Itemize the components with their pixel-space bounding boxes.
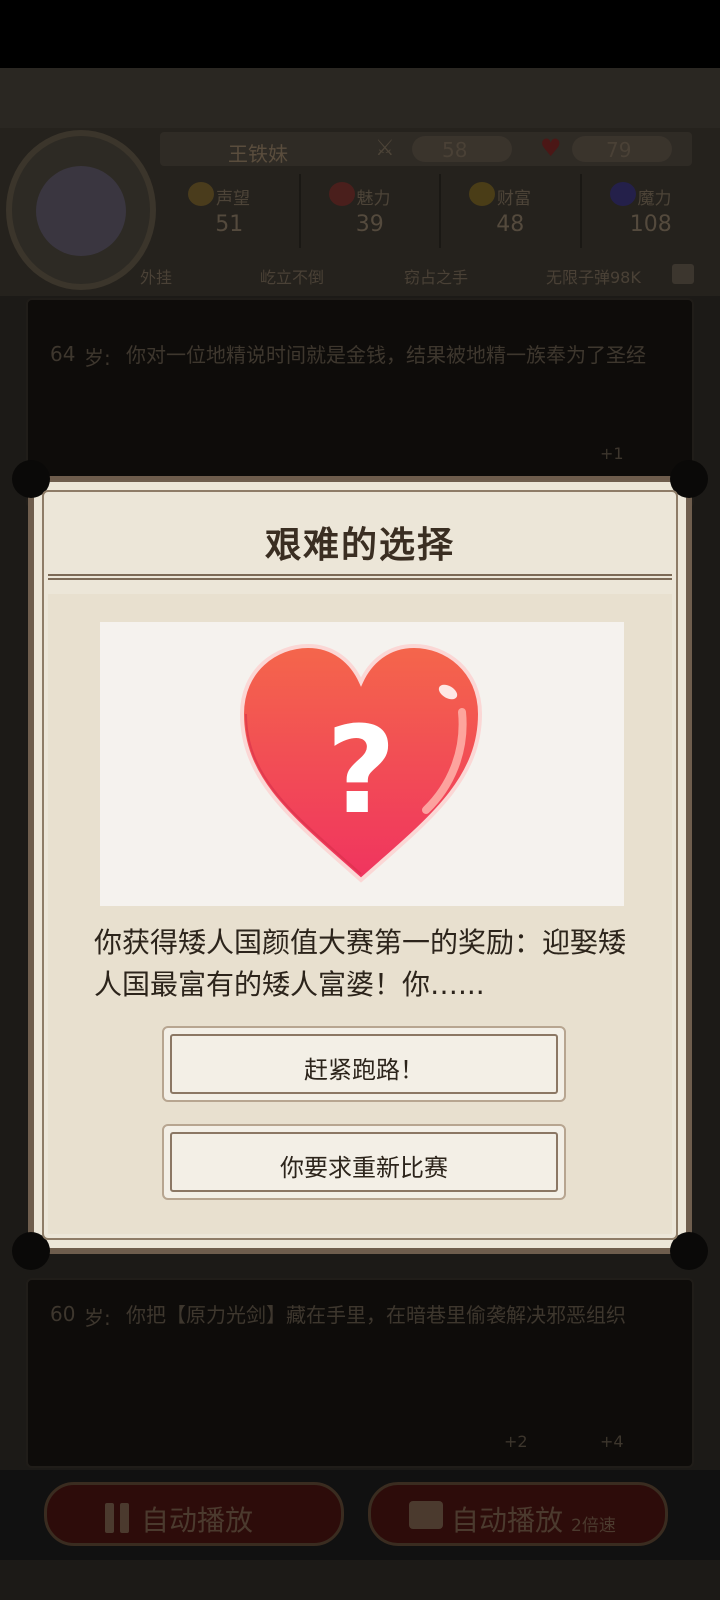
pause-icon [103,1503,131,1533]
log-age-unit: 岁: [84,1306,111,1330]
header-ornament [0,68,720,128]
dialog-corner [12,1232,50,1270]
perk-item: 窃占之手 [404,268,469,287]
stat-label: 魅力 [356,189,391,209]
stat-label: 声望 [216,189,250,209]
bottom-controls: 自动播放 自动播放 2倍速 [0,1470,720,1560]
stat-magic: 魔力 108 [582,174,720,248]
log-age-unit: 岁: [84,346,111,370]
player-name: 王铁妹 [228,142,288,166]
log-reward: +2 [504,1432,528,1451]
auto-play-ad-button[interactable]: 自动播放 2倍速 [368,1482,668,1546]
avatar-frame [6,130,156,290]
avatar[interactable] [36,166,126,256]
log-text: 你把【原力光剑】藏在手里，在暗巷里偷袭解决邪恶组织 [126,1303,626,1327]
stat-value: 51 [215,212,244,237]
svg-text:?: ? [326,702,396,841]
auto-play-label: 自动播放 [141,1504,254,1537]
choice-run-away-button[interactable]: 赶紧跑路！ [162,1026,566,1102]
stat-label: 魔力 [637,189,672,209]
dialog-corner [670,1232,708,1270]
log-entry: 60 岁: 你把【原力光剑】藏在手里，在暗巷里偷袭解决邪恶组织 +2 +4 [26,1278,694,1468]
health-value: 79 [606,138,632,162]
dialog-title: 艰难的选择 [264,525,455,566]
stat-value: 48 [496,212,525,237]
dialog-corner [670,460,708,498]
stat-value: 39 [355,212,384,237]
video-play-icon [409,1501,443,1529]
wealth-icon [469,182,495,206]
perk-item: 屹立不倒 [260,268,325,287]
sword-icon: ⚔ [375,136,395,161]
perks-title: 外挂 [140,268,173,287]
auto-play-button[interactable]: 自动播放 [44,1482,344,1546]
log-reward: +1 [600,444,624,463]
event-description: 你获得矮人国颜值大赛第一的奖励：迎娶矮人国最富有的矮人富婆！你…... [94,926,627,1001]
perk-item: 无限子弹98K [546,268,641,287]
speed-label: 2倍速 [571,1516,616,1536]
stat-reputation: 声望 51 [160,174,301,248]
stat-value: 108 [629,212,672,237]
auto-play-ad-label: 自动播放 [451,1504,564,1537]
dialog-corner [12,460,50,498]
log-reward: +4 [600,1432,624,1451]
stats-row: 声望 51 魅力 39 财富 48 魔力 108 [160,174,720,248]
stat-charm: 魅力 39 [301,174,441,248]
reputation-icon [188,182,214,206]
choice-label: 你要求重新比赛 [280,1154,448,1182]
stat-wealth: 财富 48 [441,174,582,248]
attack-value: 58 [442,138,468,162]
status-bar [0,0,720,68]
log-text: 你对一位地精说时间就是金钱，结果被地精一族奉为了圣经 [126,343,646,367]
log-age: 60 [50,1302,76,1326]
name-bar: 王铁妹 ⚔ 58 ♥ 79 [160,132,692,166]
choice-dialog: 艰难的选择 ? 你获得矮人国颜值大赛第一的奖励：迎娶矮人国最富有的矮人富婆！你…… [12,460,708,1270]
dialog-header: 艰难的选择 [48,496,672,580]
event-picture: ? [100,622,624,906]
log-age: 64 [50,342,76,366]
stat-label: 财富 [497,189,531,209]
health-heart-icon: ♥ [540,134,562,162]
heart-question-icon: ? [239,643,483,883]
magic-icon [609,182,636,206]
choice-rematch-button[interactable]: 你要求重新比赛 [162,1124,566,1200]
perks-row: 外挂 屹立不倒 窃占之手 无限子弹98K [120,260,720,290]
charm-icon [328,182,355,206]
chevron-down-icon[interactable] [672,264,694,284]
choice-label: 赶紧跑路！ [304,1056,424,1084]
